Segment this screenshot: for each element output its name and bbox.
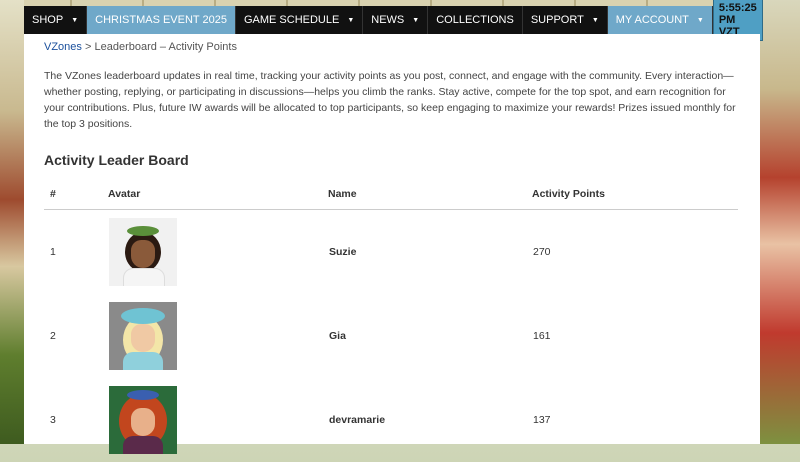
nav-game-schedule-label: GAME SCHEDULE (243, 14, 340, 26)
background-scenery-right (760, 0, 800, 444)
avatar-body (123, 268, 165, 286)
row-rank: 1 (50, 246, 56, 258)
intro-text: The VZones leaderboard updates in real t… (44, 70, 736, 130)
table-row: 3 devramarie 137 (44, 378, 738, 462)
chevron-down-icon: ▼ (591, 16, 599, 24)
row-name: Gia (329, 330, 346, 342)
row-points: 137 (533, 414, 551, 426)
row-points: 270 (533, 246, 551, 258)
table-row: 1 Suzie 270 (44, 210, 738, 295)
nav-my-account[interactable]: MY ACCOUNT ▼ (607, 6, 713, 34)
nav-support[interactable]: SUPPORT ▼ (523, 6, 608, 34)
avatar[interactable] (109, 302, 177, 370)
row-points: 161 (533, 330, 551, 342)
avatar-body (123, 436, 163, 454)
avatar[interactable] (109, 218, 177, 286)
nav-shop-label: SHOP (32, 14, 64, 26)
nav-collections-label: COLLECTIONS (436, 14, 514, 26)
nav-news[interactable]: NEWS ▼ (363, 6, 429, 34)
row-avatar-cell (108, 210, 328, 295)
nav-christmas-event[interactable]: CHRISTMAS EVENT 2025 (87, 6, 236, 34)
row-avatar-cell (108, 378, 328, 462)
avatar-face (131, 324, 155, 352)
nav-christmas-event-label: CHRISTMAS EVENT 2025 (95, 14, 227, 26)
table-row: 2 Gia 161 (44, 294, 738, 378)
breadcrumb-current: Leaderboard – Activity Points (94, 41, 237, 53)
breadcrumb-separator: > (84, 41, 92, 53)
avatar-headband (127, 390, 159, 400)
breadcrumb-home-link[interactable]: VZones (44, 41, 82, 53)
row-name: Suzie (329, 246, 357, 258)
content-panel: VZones > Leaderboard – Activity Points T… (24, 34, 760, 454)
avatar-wreath (127, 226, 159, 236)
header-rank: # (44, 188, 108, 210)
avatar-face (131, 408, 155, 436)
row-avatar-cell (108, 294, 328, 378)
avatar-face (131, 240, 155, 268)
row-rank: 3 (50, 414, 56, 426)
header-avatar: Avatar (108, 188, 328, 210)
nav-news-label: NEWS (371, 14, 405, 26)
chevron-down-icon: ▼ (347, 16, 355, 24)
chevron-down-icon: ▼ (71, 16, 79, 24)
row-name: devramarie (329, 414, 386, 426)
chevron-down-icon: ▼ (412, 16, 420, 24)
background-scenery-left (0, 0, 24, 444)
chevron-down-icon: ▼ (696, 16, 704, 24)
header-name: Name (328, 188, 532, 210)
main-nav: SHOP ▼ CHRISTMAS EVENT 2025 GAME SCHEDUL… (24, 0, 763, 41)
nav-my-account-label: MY ACCOUNT (615, 14, 689, 26)
avatar-hat (121, 308, 165, 324)
nav-support-label: SUPPORT (530, 14, 584, 26)
avatar-body (123, 352, 163, 370)
nav-game-schedule[interactable]: GAME SCHEDULE ▼ (236, 6, 364, 34)
header-points: Activity Points (532, 188, 738, 210)
breadcrumb: VZones > Leaderboard – Activity Points (44, 41, 740, 53)
table-header-row: # Avatar Name Activity Points (44, 188, 738, 210)
row-rank: 2 (50, 330, 56, 342)
nav-shop[interactable]: SHOP ▼ (24, 6, 88, 34)
nav-collections[interactable]: COLLECTIONS (428, 6, 523, 34)
page-title: Activity Leader Board (44, 152, 189, 168)
leaderboard-table: # Avatar Name Activity Points 1 Suzie 27… (44, 188, 738, 462)
